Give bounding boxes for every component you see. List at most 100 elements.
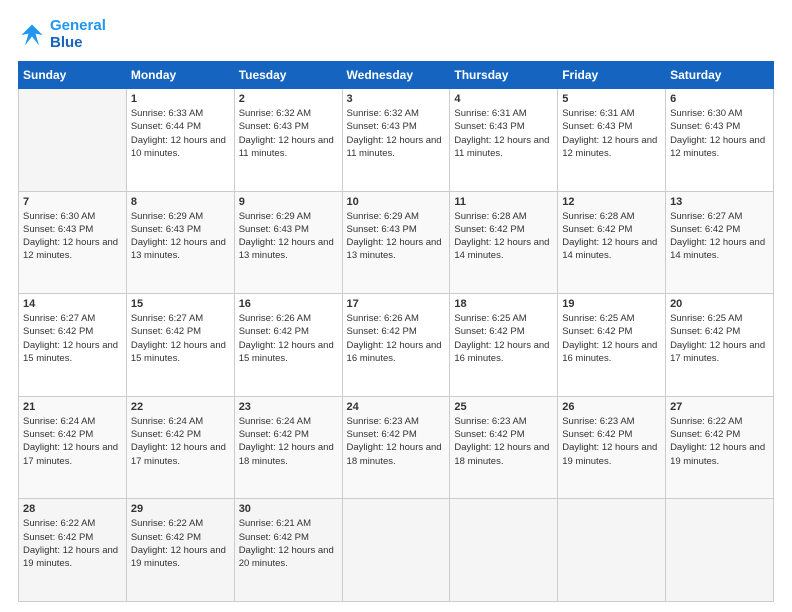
day-number: 28: [23, 503, 122, 515]
cell-content: Sunrise: 6:25 AM Sunset: 6:42 PM Dayligh…: [670, 312, 769, 365]
sunset-text: Sunset: 6:42 PM: [454, 428, 553, 441]
calendar-cell: 28 Sunrise: 6:22 AM Sunset: 6:42 PM Dayl…: [19, 499, 127, 602]
sunrise-text: Sunrise: 6:24 AM: [131, 415, 230, 428]
cell-content: Sunrise: 6:23 AM Sunset: 6:42 PM Dayligh…: [347, 415, 446, 468]
cell-content: Sunrise: 6:28 AM Sunset: 6:42 PM Dayligh…: [562, 210, 661, 263]
day-number: 30: [239, 503, 338, 515]
daylight-text: Daylight: 12 hours and 13 minutes.: [347, 236, 446, 263]
cell-content: Sunrise: 6:26 AM Sunset: 6:42 PM Dayligh…: [347, 312, 446, 365]
calendar-cell: 30 Sunrise: 6:21 AM Sunset: 6:42 PM Dayl…: [234, 499, 342, 602]
calendar-cell: 11 Sunrise: 6:28 AM Sunset: 6:42 PM Dayl…: [450, 191, 558, 294]
calendar-cell: 1 Sunrise: 6:33 AM Sunset: 6:44 PM Dayli…: [126, 89, 234, 192]
week-row-2: 14 Sunrise: 6:27 AM Sunset: 6:42 PM Dayl…: [19, 294, 774, 397]
sunrise-text: Sunrise: 6:21 AM: [239, 517, 338, 530]
sunset-text: Sunset: 6:42 PM: [131, 325, 230, 338]
daylight-text: Daylight: 12 hours and 11 minutes.: [239, 134, 338, 161]
sunset-text: Sunset: 6:43 PM: [562, 120, 661, 133]
daylight-text: Daylight: 12 hours and 19 minutes.: [562, 441, 661, 468]
sunset-text: Sunset: 6:42 PM: [23, 531, 122, 544]
cell-content: Sunrise: 6:22 AM Sunset: 6:42 PM Dayligh…: [670, 415, 769, 468]
day-number: 8: [131, 196, 230, 208]
sunrise-text: Sunrise: 6:31 AM: [454, 107, 553, 120]
weekday-header-saturday: Saturday: [666, 62, 774, 89]
cell-content: Sunrise: 6:22 AM Sunset: 6:42 PM Dayligh…: [23, 517, 122, 570]
calendar-cell: [342, 499, 450, 602]
sunrise-text: Sunrise: 6:30 AM: [23, 210, 122, 223]
day-number: 14: [23, 298, 122, 310]
cell-content: Sunrise: 6:29 AM Sunset: 6:43 PM Dayligh…: [347, 210, 446, 263]
sunrise-text: Sunrise: 6:29 AM: [347, 210, 446, 223]
day-number: 11: [454, 196, 553, 208]
calendar-cell: [450, 499, 558, 602]
sunset-text: Sunset: 6:42 PM: [131, 531, 230, 544]
daylight-text: Daylight: 12 hours and 13 minutes.: [131, 236, 230, 263]
sunrise-text: Sunrise: 6:32 AM: [347, 107, 446, 120]
cell-content: Sunrise: 6:25 AM Sunset: 6:42 PM Dayligh…: [454, 312, 553, 365]
sunset-text: Sunset: 6:42 PM: [347, 428, 446, 441]
day-number: 25: [454, 401, 553, 413]
sunset-text: Sunset: 6:42 PM: [347, 325, 446, 338]
daylight-text: Daylight: 12 hours and 11 minutes.: [454, 134, 553, 161]
sunset-text: Sunset: 6:42 PM: [454, 325, 553, 338]
sunset-text: Sunset: 6:42 PM: [239, 325, 338, 338]
cell-content: Sunrise: 6:27 AM Sunset: 6:42 PM Dayligh…: [23, 312, 122, 365]
calendar-cell: 2 Sunrise: 6:32 AM Sunset: 6:43 PM Dayli…: [234, 89, 342, 192]
sunrise-text: Sunrise: 6:28 AM: [562, 210, 661, 223]
cell-content: Sunrise: 6:33 AM Sunset: 6:44 PM Dayligh…: [131, 107, 230, 160]
sunrise-text: Sunrise: 6:27 AM: [131, 312, 230, 325]
sunrise-text: Sunrise: 6:32 AM: [239, 107, 338, 120]
weekday-header-sunday: Sunday: [19, 62, 127, 89]
daylight-text: Daylight: 12 hours and 17 minutes.: [131, 441, 230, 468]
calendar-cell: 23 Sunrise: 6:24 AM Sunset: 6:42 PM Dayl…: [234, 396, 342, 499]
cell-content: Sunrise: 6:31 AM Sunset: 6:43 PM Dayligh…: [562, 107, 661, 160]
calendar-cell: 6 Sunrise: 6:30 AM Sunset: 6:43 PM Dayli…: [666, 89, 774, 192]
cell-content: Sunrise: 6:32 AM Sunset: 6:43 PM Dayligh…: [347, 107, 446, 160]
cell-content: Sunrise: 6:31 AM Sunset: 6:43 PM Dayligh…: [454, 107, 553, 160]
cell-content: Sunrise: 6:23 AM Sunset: 6:42 PM Dayligh…: [454, 415, 553, 468]
day-number: 26: [562, 401, 661, 413]
sunrise-text: Sunrise: 6:31 AM: [562, 107, 661, 120]
sunset-text: Sunset: 6:42 PM: [131, 428, 230, 441]
cell-content: Sunrise: 6:28 AM Sunset: 6:42 PM Dayligh…: [454, 210, 553, 263]
sunset-text: Sunset: 6:42 PM: [562, 325, 661, 338]
day-number: 24: [347, 401, 446, 413]
cell-content: Sunrise: 6:25 AM Sunset: 6:42 PM Dayligh…: [562, 312, 661, 365]
day-number: 19: [562, 298, 661, 310]
sunset-text: Sunset: 6:43 PM: [131, 223, 230, 236]
weekday-header-row: SundayMondayTuesdayWednesdayThursdayFrid…: [19, 62, 774, 89]
calendar-cell: 13 Sunrise: 6:27 AM Sunset: 6:42 PM Dayl…: [666, 191, 774, 294]
calendar-cell: 21 Sunrise: 6:24 AM Sunset: 6:42 PM Dayl…: [19, 396, 127, 499]
sunset-text: Sunset: 6:43 PM: [347, 120, 446, 133]
calendar-cell: 12 Sunrise: 6:28 AM Sunset: 6:42 PM Dayl…: [558, 191, 666, 294]
cell-content: Sunrise: 6:24 AM Sunset: 6:42 PM Dayligh…: [239, 415, 338, 468]
sunrise-text: Sunrise: 6:33 AM: [131, 107, 230, 120]
calendar-cell: 16 Sunrise: 6:26 AM Sunset: 6:42 PM Dayl…: [234, 294, 342, 397]
calendar-cell: [19, 89, 127, 192]
cell-content: Sunrise: 6:29 AM Sunset: 6:43 PM Dayligh…: [239, 210, 338, 263]
daylight-text: Daylight: 12 hours and 19 minutes.: [23, 544, 122, 571]
day-number: 7: [23, 196, 122, 208]
day-number: 18: [454, 298, 553, 310]
day-number: 3: [347, 93, 446, 105]
sunrise-text: Sunrise: 6:27 AM: [670, 210, 769, 223]
day-number: 12: [562, 196, 661, 208]
sunset-text: Sunset: 6:43 PM: [23, 223, 122, 236]
daylight-text: Daylight: 12 hours and 17 minutes.: [23, 441, 122, 468]
calendar-cell: 7 Sunrise: 6:30 AM Sunset: 6:43 PM Dayli…: [19, 191, 127, 294]
sunrise-text: Sunrise: 6:22 AM: [670, 415, 769, 428]
daylight-text: Daylight: 12 hours and 18 minutes.: [347, 441, 446, 468]
daylight-text: Daylight: 12 hours and 16 minutes.: [454, 339, 553, 366]
daylight-text: Daylight: 12 hours and 17 minutes.: [670, 339, 769, 366]
sunrise-text: Sunrise: 6:22 AM: [23, 517, 122, 530]
daylight-text: Daylight: 12 hours and 19 minutes.: [131, 544, 230, 571]
logo-bird-icon: [18, 21, 46, 49]
calendar-cell: [666, 499, 774, 602]
weekday-header-monday: Monday: [126, 62, 234, 89]
weekday-header-tuesday: Tuesday: [234, 62, 342, 89]
sunrise-text: Sunrise: 6:23 AM: [562, 415, 661, 428]
sunrise-text: Sunrise: 6:27 AM: [23, 312, 122, 325]
sunset-text: Sunset: 6:43 PM: [239, 120, 338, 133]
daylight-text: Daylight: 12 hours and 16 minutes.: [347, 339, 446, 366]
cell-content: Sunrise: 6:30 AM Sunset: 6:43 PM Dayligh…: [23, 210, 122, 263]
sunrise-text: Sunrise: 6:30 AM: [670, 107, 769, 120]
